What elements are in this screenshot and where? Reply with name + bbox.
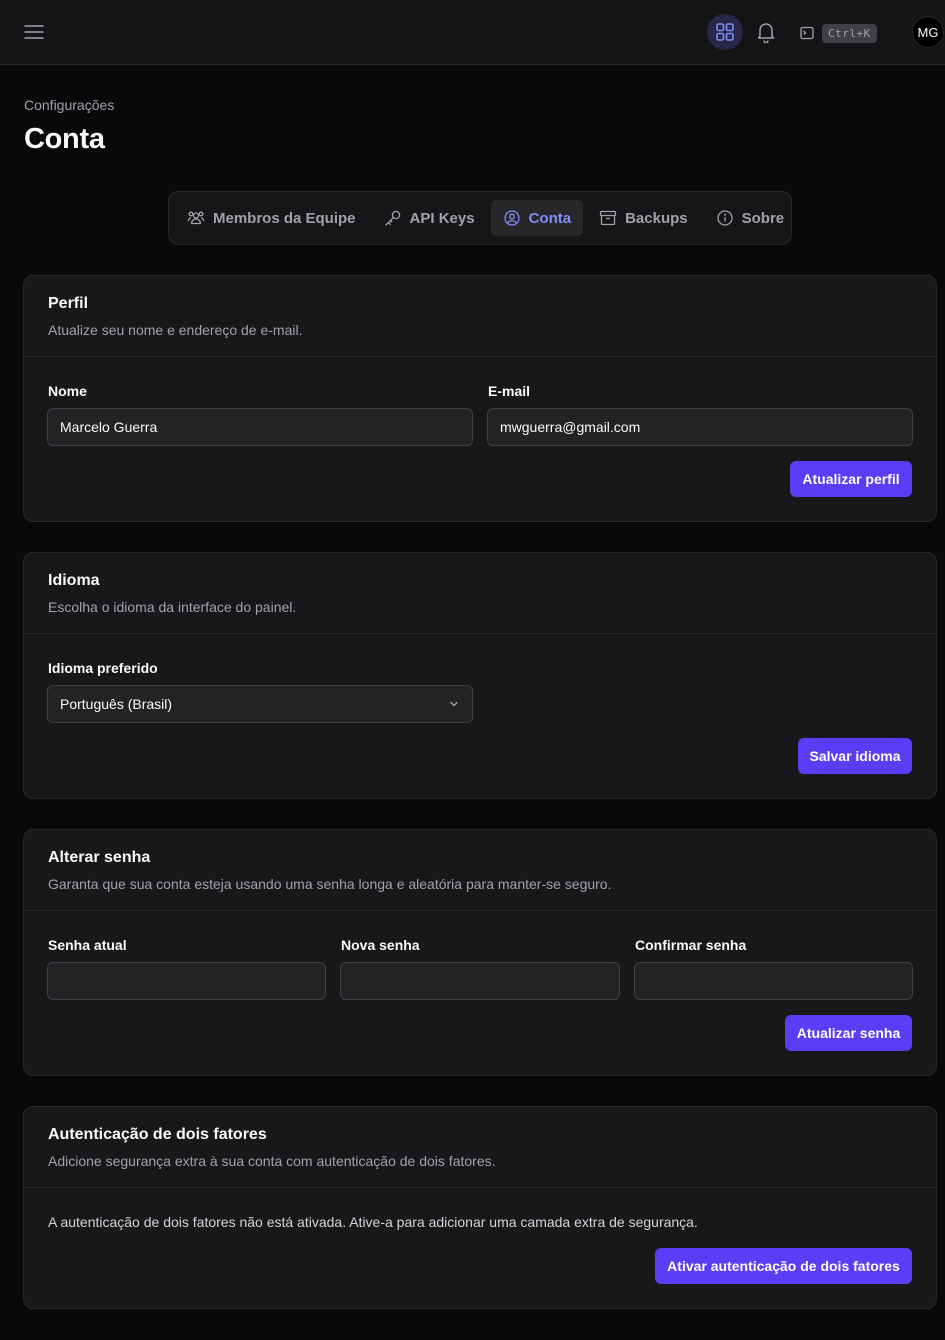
new-password-label: Nova senha: [341, 937, 420, 953]
key-icon: [384, 210, 400, 226]
current-password-label: Senha atual: [48, 937, 127, 953]
name-field[interactable]: Marcelo Guerra: [47, 408, 473, 446]
new-password-field[interactable]: [340, 962, 620, 1000]
info-icon: [716, 210, 733, 226]
update-password-button[interactable]: Atualizar senha: [785, 1015, 912, 1051]
apps-grid-icon[interactable]: [707, 14, 743, 50]
language-title: Idioma: [48, 572, 100, 589]
confirm-password-field[interactable]: [634, 962, 913, 1000]
page-title: Conta: [24, 123, 105, 155]
enable-two-factor-button[interactable]: Ativar autenticação de dois fatores: [655, 1248, 912, 1284]
email-field[interactable]: mwguerra@gmail.com: [487, 408, 913, 446]
tab-backups[interactable]: Backups: [587, 200, 700, 236]
password-title: Alterar senha: [48, 849, 151, 866]
archive-icon: [599, 210, 617, 226]
two-factor-title: Autenticação de dois fatores: [48, 1126, 267, 1143]
user-circle-icon: [503, 210, 520, 226]
tab-account[interactable]: Conta: [490, 200, 584, 236]
tab-team-members[interactable]: Membros da Equipe: [175, 200, 368, 236]
profile-card: Perfil Atualize seu nome e endereço de e…: [23, 275, 937, 522]
update-profile-button[interactable]: Atualizar perfil: [790, 461, 912, 497]
two-factor-description: Adicione segurança extra à sua conta com…: [48, 1153, 496, 1169]
tab-about[interactable]: Sobre: [704, 200, 797, 236]
password-card-header: Alterar senha Garanta que sua conta este…: [24, 830, 936, 911]
bell-icon[interactable]: [752, 18, 780, 46]
chevron-down-icon: [450, 701, 458, 707]
two-factor-card: Autenticação de dois fatores Adicione se…: [23, 1106, 937, 1309]
menu-icon[interactable]: [20, 18, 48, 46]
tab-label: Conta: [528, 209, 572, 227]
profile-description: Atualize seu nome e endereço de e-mail.: [48, 322, 303, 338]
language-select[interactable]: Português (Brasil): [47, 685, 473, 723]
language-card: Idioma Escolha o idioma da interface do …: [23, 552, 937, 799]
language-description: Escolha o idioma da interface do painel.: [48, 599, 297, 615]
profile-card-header: Perfil Atualize seu nome e endereço de e…: [24, 276, 936, 357]
name-label: Nome: [48, 383, 87, 399]
avatar[interactable]: MG: [912, 16, 944, 48]
tab-label: API Keys: [409, 209, 475, 227]
profile-title: Perfil: [48, 295, 89, 312]
language-card-header: Idioma Escolha o idioma da interface do …: [24, 553, 936, 634]
breadcrumb: Configurações: [24, 97, 115, 113]
current-password-field[interactable]: [47, 962, 326, 1000]
confirm-password-label: Confirmar senha: [635, 937, 747, 953]
users-icon: [187, 211, 205, 225]
tab-api-keys[interactable]: API Keys: [372, 200, 487, 236]
password-description: Garanta que sua conta esteja usando uma …: [48, 876, 612, 892]
shortcut-hint: Ctrl+K: [822, 23, 877, 43]
settings-tabs: Membros da Equipe API Keys Conta Backups…: [168, 191, 792, 245]
tab-label: Backups: [625, 209, 688, 227]
email-label: E-mail: [488, 383, 531, 399]
command-palette-button[interactable]: Ctrl+K: [800, 20, 877, 46]
top-bar: Ctrl+K MG: [0, 0, 945, 65]
password-card: Alterar senha Garanta que sua conta este…: [23, 829, 937, 1076]
two-factor-status: A autenticação de dois fatores não está …: [48, 1214, 698, 1230]
language-selected-value: Português (Brasil): [60, 696, 173, 712]
two-factor-card-header: Autenticação de dois fatores Adicione se…: [24, 1107, 936, 1188]
tab-label: Membros da Equipe: [213, 209, 356, 227]
terminal-icon: [800, 26, 814, 40]
tab-label: Sobre: [741, 209, 785, 227]
language-select-label: Idioma preferido: [48, 660, 158, 676]
save-language-button[interactable]: Salvar idioma: [798, 738, 912, 774]
